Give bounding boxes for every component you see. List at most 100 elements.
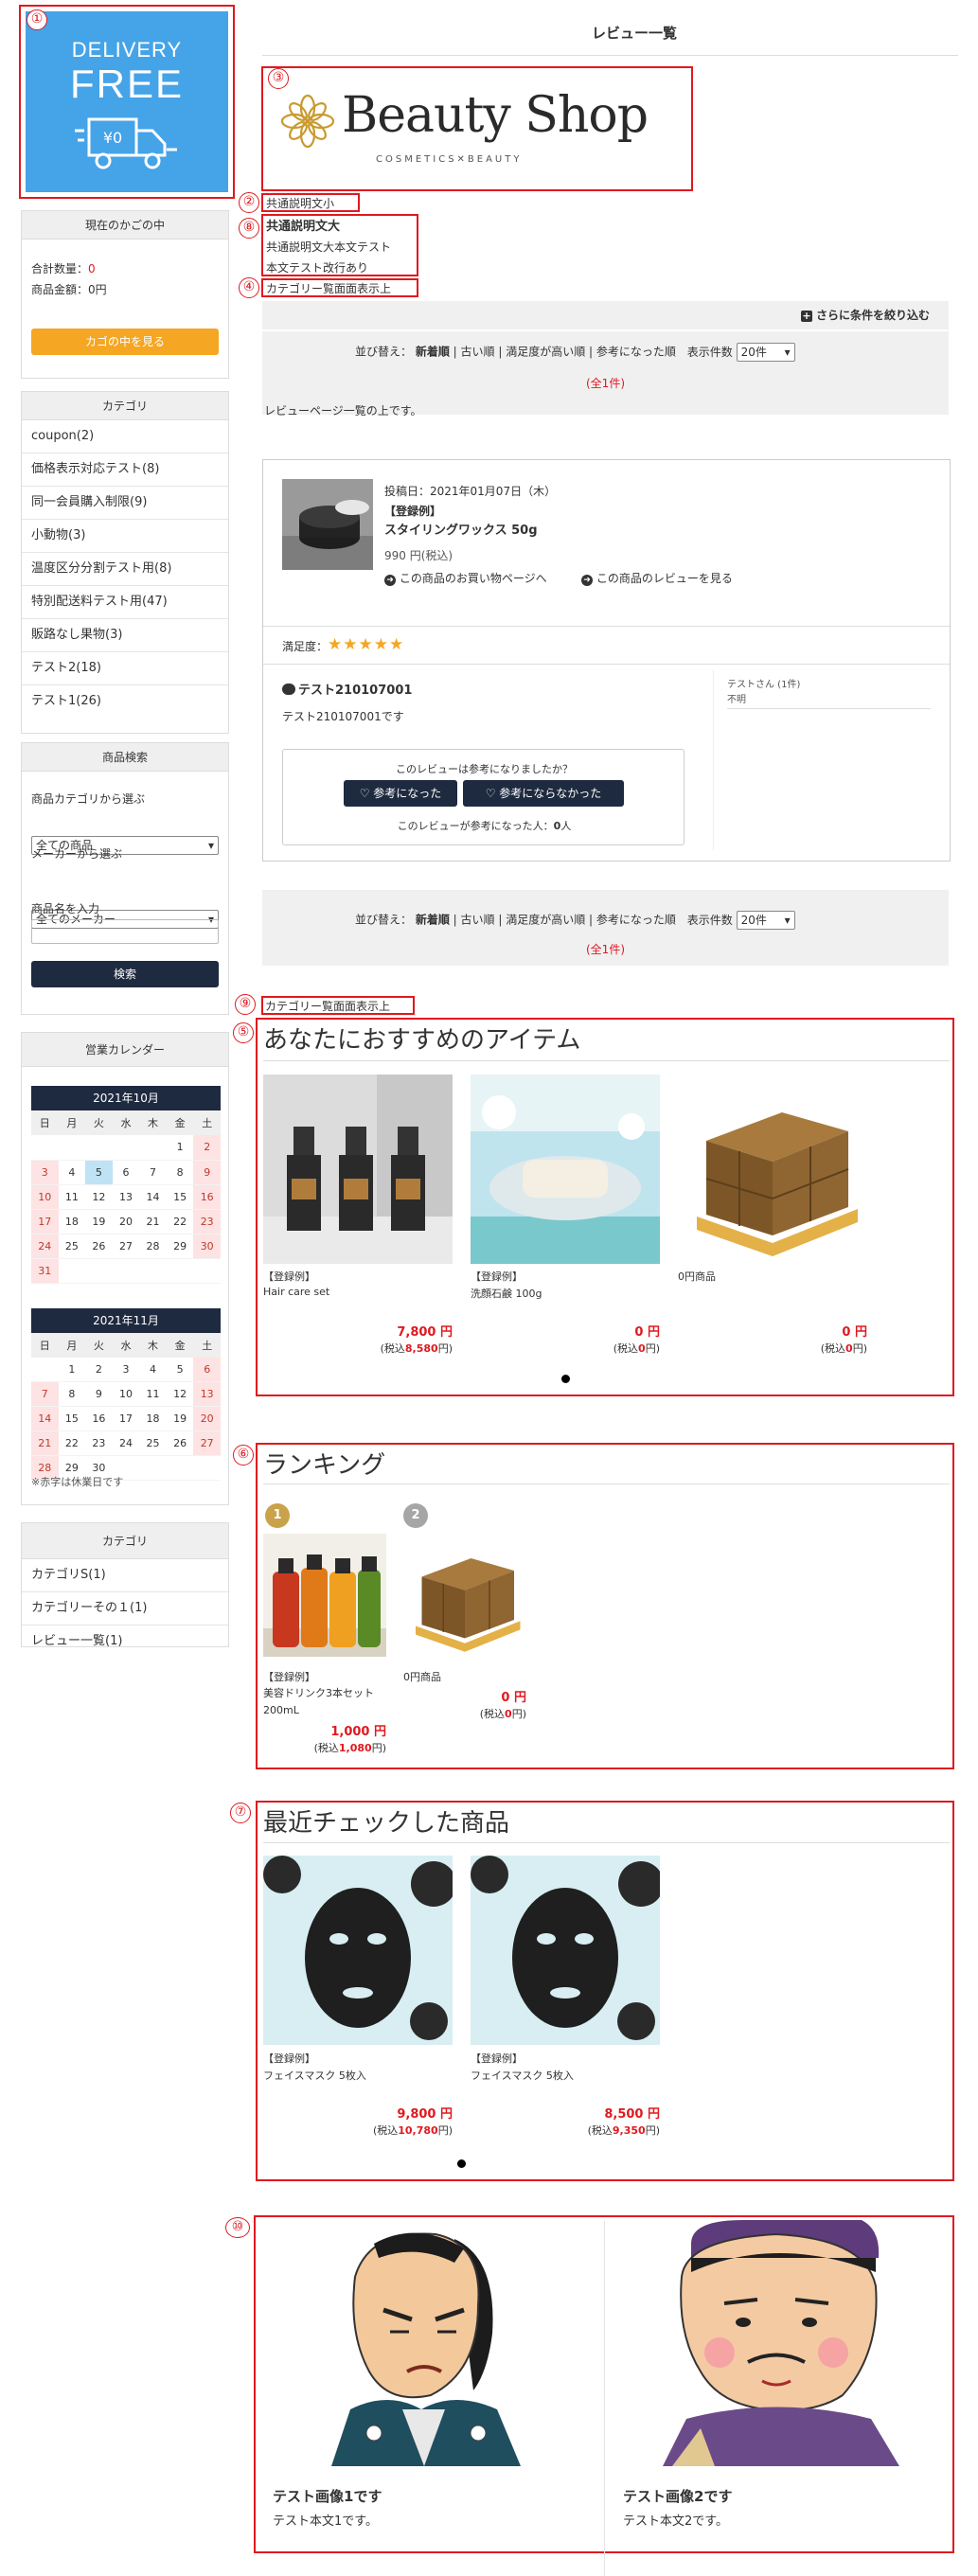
search-button[interactable]: 検索 [31,961,219,987]
product-image-facemask-2[interactable] [471,1856,660,2045]
calendar-day: 29 [166,1234,194,1259]
tax-suffix: 円) [645,2124,660,2137]
search-name-input[interactable] [31,919,219,944]
recommend-item-price: 7,800 円 [397,1325,453,1340]
calendar-day: 23 [193,1209,221,1235]
calendar-day: 6 [112,1160,140,1185]
calendar-weekday: 日 [31,1332,59,1358]
recommend-item-name[interactable]: 0円商品 [678,1269,716,1284]
category-item[interactable]: 価格表示対応テスト(8) [22,453,228,487]
sort-satisfaction[interactable]: 満足度が高い順 [506,346,585,359]
ranking-item-name[interactable]: 美容ドリンク3本セット 200mL [263,1685,386,1719]
review-card: 投稿日：2021年01月07日（木） 【登録例】 スタイリングワックス 50g … [262,459,951,862]
tax-prefix: (税込 [313,1742,339,1754]
product-thumbnail[interactable] [282,479,373,570]
cart-title: 現在のかごの中 [22,211,228,240]
category-item[interactable]: 小動物(3) [22,520,228,553]
shop-logo[interactable]: Beauty Shop COSMETICS✕BEAUTY [279,87,677,172]
recommend-item-name[interactable]: 洗顔石鹸 100g [471,1286,542,1301]
calendar-day [85,1135,113,1161]
category2-item[interactable]: レビュー一覧(1) [22,1626,228,1659]
common-large-body1: 共通説明文大本文テスト [266,240,392,254]
ranking-title: ランキング [263,1451,386,1480]
sort-satisfaction[interactable]: 満足度が高い順 [506,914,585,927]
category-item[interactable]: 販路なし果物(3) [22,619,228,652]
category-item[interactable]: 特別配送料テスト用(47) [22,586,228,619]
calendar-day: 17 [112,1406,140,1431]
product-image-drinks[interactable] [263,1534,386,1657]
sort-new[interactable]: 新着順 [416,914,450,927]
sort-old[interactable]: 古い順 [461,346,495,359]
carousel-dot[interactable] [457,2159,466,2168]
calendar-day: 5 [166,1357,194,1382]
category-box-2: カテゴリ カテゴリS(1) カテゴリーその１(1) レビュー一覧(1) [21,1522,229,1648]
product-image-boxes-rank[interactable] [403,1534,526,1657]
carousel-dot[interactable] [561,1375,570,1383]
calendar-day [139,1135,167,1161]
tax-prefix: (税込 [587,2124,613,2137]
helpful-no-button[interactable]: ♡ 参考にならなかった [463,780,624,807]
sort-new[interactable]: 新着順 [416,346,450,359]
calendar-day [112,1258,140,1284]
review-link-reviews[interactable]: ➜ この商品のレビューを見る [581,570,733,586]
count-select[interactable]: 20件 [736,911,795,930]
recent-item-name[interactable]: フェイスマスク 5枚入 [471,2068,574,2083]
product-image-facemask[interactable] [263,1856,453,2045]
sort-old[interactable]: 古い順 [461,914,495,927]
delivery-free-banner[interactable]: DELIVERY FREE ¥0 [26,11,228,192]
helpful-count: このレビューが参考になった人：0人 [283,818,685,833]
calendar-day [31,1135,59,1161]
category-item[interactable]: テスト2(18) [22,652,228,685]
recent-item-tag: 【登録例】 [263,2052,315,2065]
product-image-boxes[interactable] [678,1075,867,1264]
calendar-weekday: 月 [58,1110,86,1135]
calendar-day: 3 [31,1160,59,1185]
title-divider [262,55,958,56]
calendar-day: 2 [85,1357,113,1382]
calendar-day: 7 [31,1381,59,1407]
total-count: (全1件) [586,377,625,390]
review-product-price: 990 円(税込) [384,549,453,562]
category-item[interactable]: テスト1(26) [22,685,228,719]
tax-value: 1,080 [338,1742,372,1754]
search-title: 商品検索 [22,743,228,772]
recommend-item-name[interactable]: Hair care set [263,1286,329,1298]
calendar-title: 営業カレンダー [22,1033,228,1067]
filter-toggle[interactable]: + さらに条件を絞り込む [800,307,930,323]
tax-suffix: 円) [511,1708,526,1720]
category-box: カテゴリ coupon(2) 価格表示対応テスト(8) 同一会員購入制限(9) … [21,391,229,734]
calendar-day: 8 [166,1160,194,1185]
category2-item[interactable]: カテゴリーその１(1) [22,1592,228,1626]
recent-item-name[interactable]: フェイスマスク 5枚入 [263,2068,366,2083]
count-select[interactable]: 20件 [736,343,795,362]
product-image-haircare[interactable] [263,1075,453,1264]
calendar-day [139,1455,167,1481]
annotation-10: ⑩ [225,2217,250,2238]
comment-icon [282,684,295,695]
tax-prefix: (税込 [372,2124,399,2137]
view-cart-button[interactable]: カゴの中を見る [31,329,219,355]
banner-line2: FREE [69,62,184,106]
ranking-item-price: 0 円 [501,1691,526,1705]
recent-divider [263,1842,950,1843]
noble-illustration-2[interactable] [634,2220,928,2466]
calendar-months: 2021年10月日月火水木金土 1 2 3 4 5 6 7 8 9 10 11 12 13 14 15 16 17… [22,1067,228,1481]
product-image-soap[interactable] [471,1075,660,1264]
review-page-top-text: レビューページ一覧の上です。 [264,404,422,417]
page-title: レビュー一覧 [591,25,677,42]
sort-helpful[interactable]: 参考になった順 [596,914,676,927]
logo-sub-text: COSMETICS✕BEAUTY [376,154,523,165]
category-item[interactable]: coupon(2) [22,420,228,453]
calendar-day: 21 [139,1209,167,1235]
helpful-yes-button[interactable]: ♡ 参考になった [344,780,457,807]
category2-item[interactable]: カテゴリS(1) [22,1559,228,1592]
bottom-banner-divider [604,2221,605,2576]
samurai-illustration-1[interactable] [284,2220,568,2466]
review-product-name[interactable]: スタイリングワックス 50g [384,520,538,538]
review-link-shop[interactable]: ➜ この商品のお買い物ページへ [384,570,547,586]
category-item[interactable]: 同一会員購入制限(9) [22,487,228,520]
ranking-item-name[interactable]: 0円商品 [403,1669,441,1684]
calendar-day [31,1357,59,1382]
sort-helpful[interactable]: 参考になった順 [596,346,676,359]
category-item[interactable]: 温度区分分割テスト用(8) [22,553,228,586]
